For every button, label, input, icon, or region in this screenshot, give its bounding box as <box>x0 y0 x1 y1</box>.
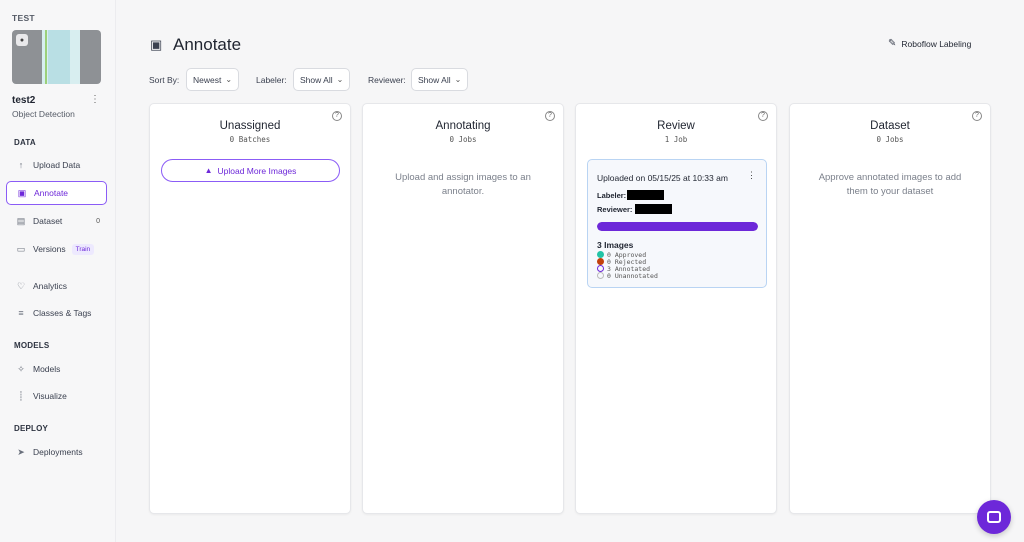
unannotated-dot-icon <box>597 272 604 279</box>
sidebar-item-label: Models <box>33 364 61 374</box>
section-data: DATA <box>14 138 36 147</box>
unannotated-count: 0 Unannotated <box>607 271 658 280</box>
dataset-count-badge: 0 <box>96 217 100 225</box>
column-title: Dataset <box>870 120 910 132</box>
rejected-dot-icon <box>597 258 604 265</box>
review-job-card[interactable]: Uploaded on 05/15/25 at 10:33 am ⋮ Label… <box>587 159 767 288</box>
sidebar-item-label: Upload Data <box>33 160 81 170</box>
sidebar-item-classes-tags[interactable]: ≡ Classes & Tags <box>6 301 107 325</box>
upload-more-images-button[interactable]: ▲ Upload More Images <box>161 159 340 182</box>
section-models: MODELS <box>14 341 50 350</box>
sidebar-item-dataset[interactable]: ▤ Dataset 0 <box>6 209 107 233</box>
reviewer-field-label: Reviewer: <box>597 204 633 214</box>
job-menu-icon[interactable]: ⋮ <box>747 170 756 181</box>
empty-state-text: Approve annotated images to add them to … <box>818 172 962 197</box>
labeling-icon: ✎ <box>888 38 897 49</box>
empty-state-text: Upload and assign images to an annotator… <box>395 172 531 197</box>
column-review: ? Review 1 Job Uploaded on 05/15/25 at 1… <box>575 103 777 514</box>
column-dataset: ? Dataset 0 Jobs Approve annotated image… <box>789 103 991 514</box>
labeler-value: Show All <box>300 74 333 85</box>
lock-icon: ● <box>16 34 28 46</box>
reviewer-select[interactable]: Show All ⌄ <box>411 68 469 91</box>
chat-icon <box>987 511 1001 523</box>
labeler-select[interactable]: Show All ⌄ <box>293 68 351 91</box>
chat-support-button[interactable] <box>977 500 1011 534</box>
sidebar-item-label: Deployments <box>33 447 83 457</box>
sidebar-item-models[interactable]: ✧ Models <box>6 357 107 381</box>
sidebar-item-label: Visualize <box>33 391 67 401</box>
job-progress-fill <box>597 222 758 231</box>
sidebar-item-label: Annotate <box>34 188 69 198</box>
column-annotating: ? Annotating 0 Jobs Upload and assign im… <box>362 103 564 514</box>
job-upload-date: Uploaded on 05/15/25 at 10:33 am <box>597 173 728 183</box>
redacted-labeler <box>627 190 665 200</box>
legend-unannotated: 0 Unannotated <box>597 271 658 280</box>
sidebar-item-upload-data[interactable]: ↑ Upload Data <box>6 153 107 177</box>
sort-by-value: Newest <box>193 74 222 85</box>
sidebar-item-label: Analytics <box>33 281 68 291</box>
upload-more-images-label: Upload More Images <box>217 165 297 176</box>
models-icon: ✧ <box>17 363 25 374</box>
project-type: Object Detection <box>12 109 75 119</box>
train-badge: Train <box>71 243 95 255</box>
upload-icon: ▲ <box>204 166 213 175</box>
chevron-down-icon: ⌄ <box>454 75 462 84</box>
labeler-field-label: Labeler: <box>597 190 627 200</box>
approved-dot-icon <box>597 251 604 258</box>
job-reviewer: Reviewer: <box>597 204 673 214</box>
page-title: Annotate <box>173 35 242 54</box>
job-labeler: Labeler: <box>597 190 665 200</box>
sidebar-item-deployments[interactable]: ➤ Deployments <box>6 440 107 464</box>
annotated-dot-icon <box>597 265 604 272</box>
job-image-count: 3 Images <box>597 240 634 250</box>
list-icon: ≡ <box>18 308 24 318</box>
project-thumbnail[interactable]: ● <box>12 30 101 84</box>
reviewer-value: Show All <box>418 74 451 85</box>
sidebar-item-versions[interactable]: ▭ Versions Train <box>6 237 107 261</box>
images-icon: ▤ <box>16 215 26 226</box>
arrow-up-icon: ↑ <box>18 160 24 170</box>
roboflow-labeling-button[interactable]: ✎ Roboflow Labeling <box>888 38 971 49</box>
annotate-title-icon: ▣ <box>150 37 163 52</box>
chart-icon: ┊ <box>18 390 24 401</box>
chevron-down-icon: ⌄ <box>225 75 233 84</box>
sidebar-item-analytics[interactable]: ♡ Analytics <box>6 274 107 298</box>
column-count: 1 Job <box>664 135 688 144</box>
roboflow-labeling-label: Roboflow Labeling <box>901 38 972 49</box>
reviewer-label: Reviewer: <box>368 75 406 85</box>
versions-icon: ▭ <box>16 243 26 254</box>
sidebar-item-label: Versions <box>33 244 66 254</box>
column-count: 0 Jobs <box>449 135 477 144</box>
sort-by-select[interactable]: Newest ⌄ <box>186 68 240 91</box>
column-title: Review <box>657 120 695 132</box>
sidebar: TEST ● test2 ⋮ Object Detection DATA ↑ U… <box>0 0 116 542</box>
sidebar-item-label: Classes & Tags <box>33 308 92 318</box>
column-count: 0 Jobs <box>876 135 904 144</box>
redacted-reviewer <box>635 204 673 214</box>
rocket-icon: ➤ <box>17 446 25 457</box>
column-title: Annotating <box>435 120 491 132</box>
section-deploy: DEPLOY <box>14 424 49 433</box>
column-unassigned: ? Unassigned 0 Batches ▲ Upload More Ima… <box>149 103 351 514</box>
column-title: Unassigned <box>219 120 281 132</box>
sort-by-label: Sort By: <box>149 75 180 85</box>
job-status-legend: 0 Approved 0 Rejected 3 Annotated 0 Unan… <box>597 251 658 280</box>
labeler-label: Labeler: <box>256 75 287 85</box>
annotate-icon: ▣ <box>17 187 27 198</box>
sidebar-item-visualize[interactable]: ┊ Visualize <box>6 384 107 408</box>
project-menu-icon[interactable]: ⋮ <box>90 94 100 105</box>
project-name: test2 <box>12 95 36 106</box>
sidebar-item-label: Dataset <box>33 216 63 226</box>
column-count: 0 Batches <box>229 135 271 144</box>
chevron-down-icon: ⌄ <box>336 75 344 84</box>
job-progress-bar <box>597 222 758 231</box>
sidebar-item-annotate[interactable]: ▣ Annotate <box>6 181 107 205</box>
workspace-label: TEST <box>12 13 35 23</box>
heart-pulse-icon: ♡ <box>16 280 26 291</box>
